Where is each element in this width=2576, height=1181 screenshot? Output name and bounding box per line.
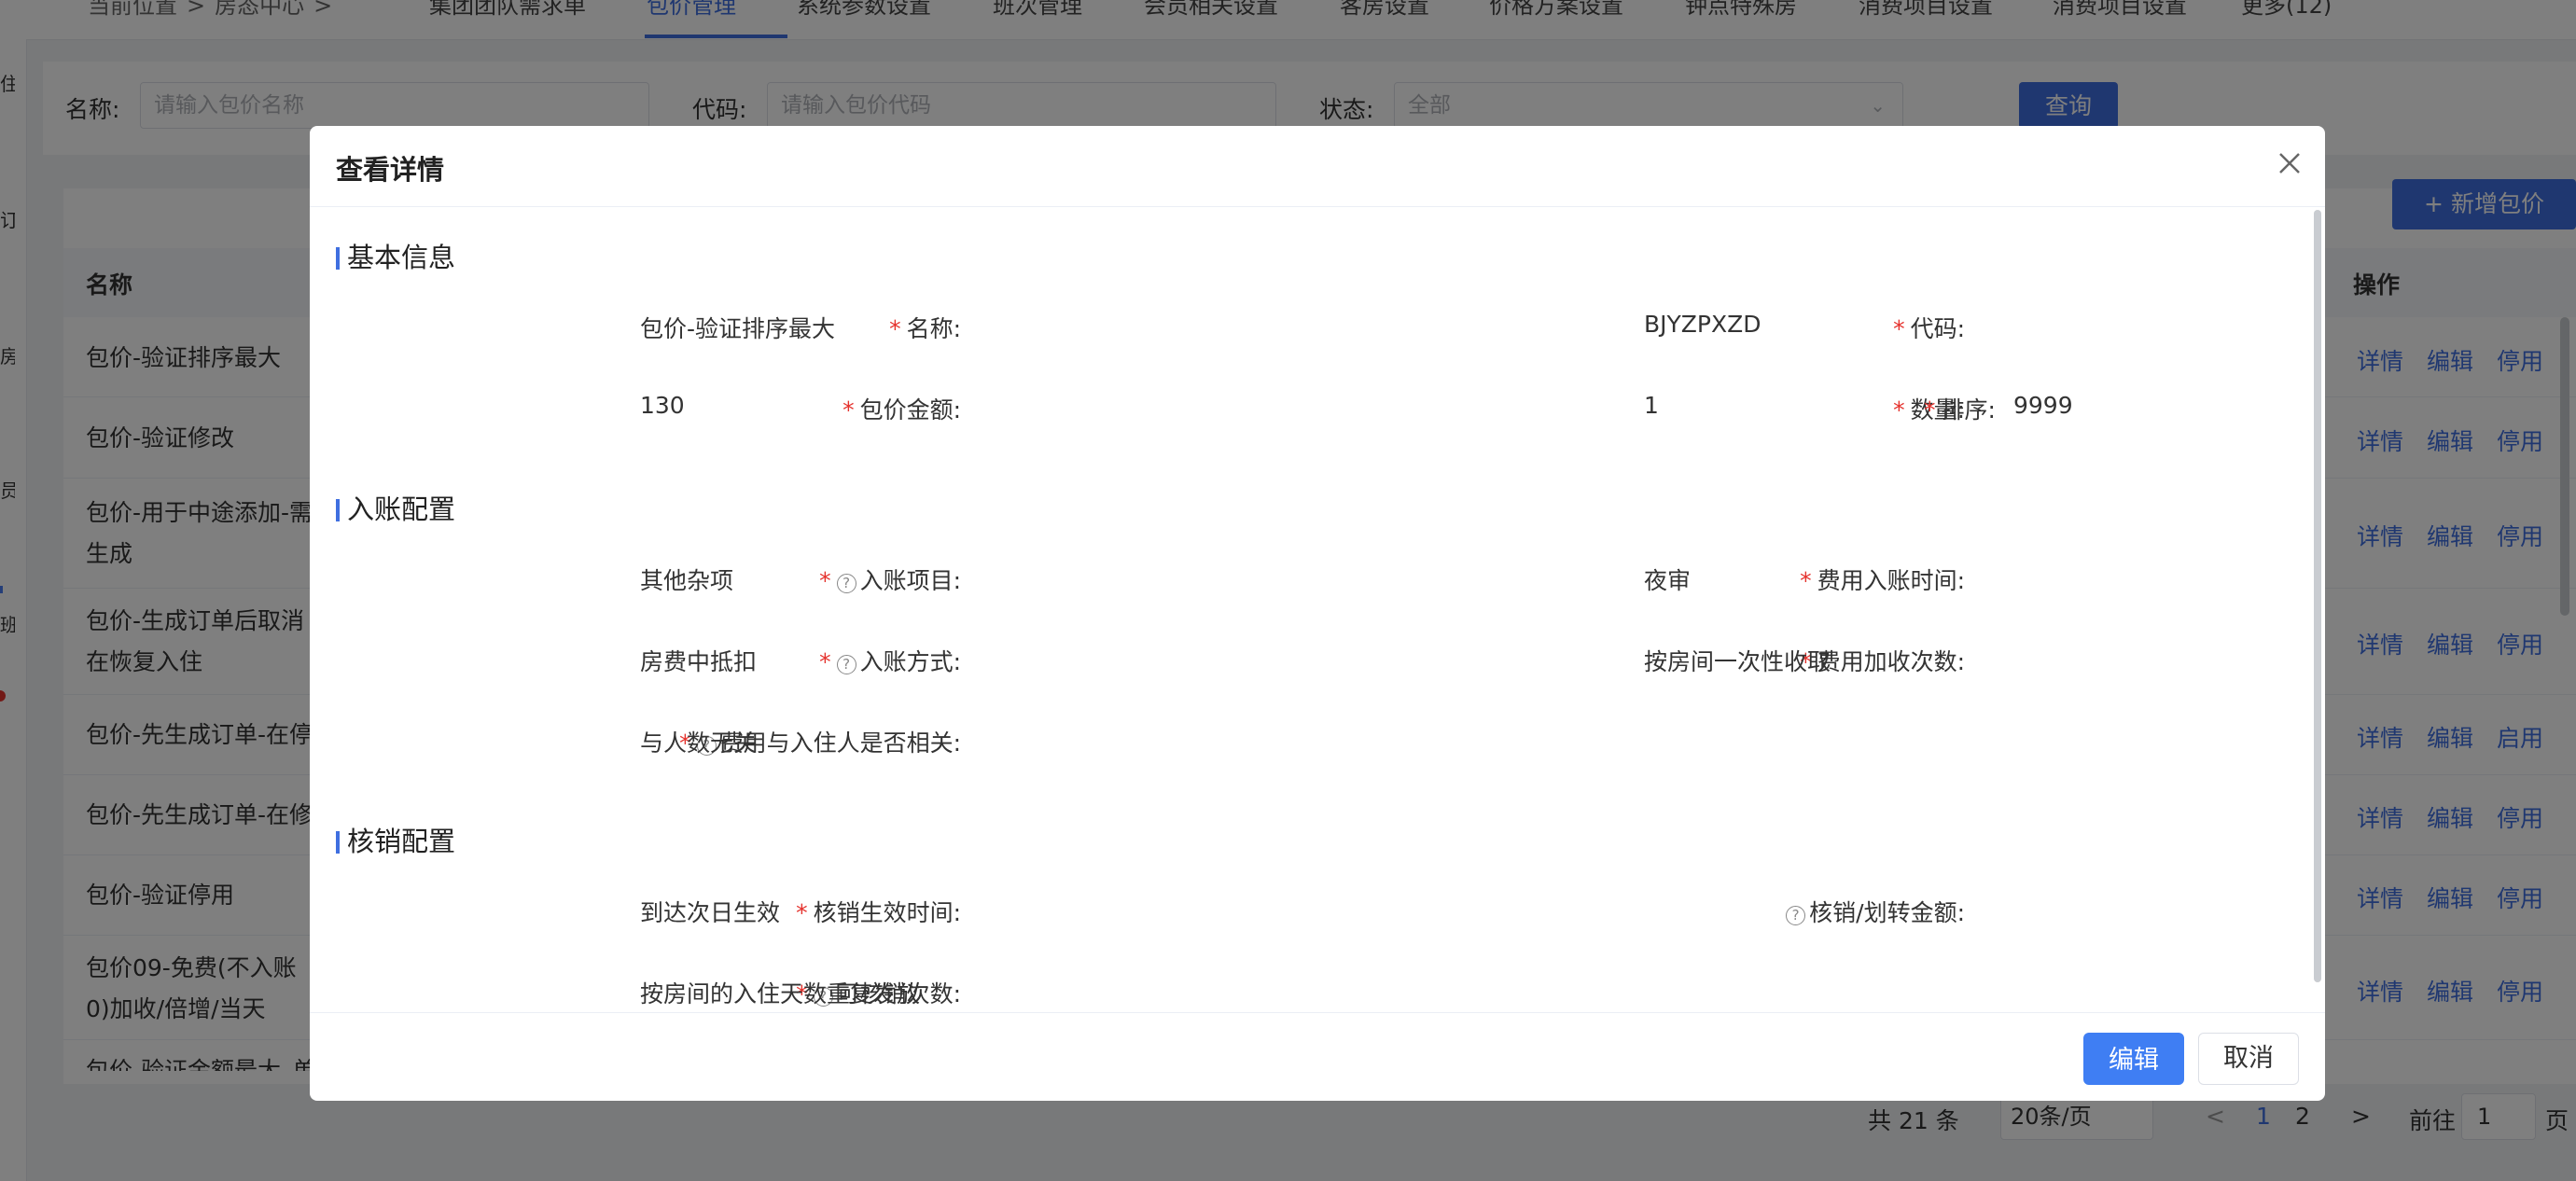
required-mark: * — [842, 396, 855, 424]
required-mark: * — [796, 899, 808, 926]
field-code-value: BJYZPXZD — [1644, 311, 1761, 338]
help-icon[interactable]: ? — [836, 574, 856, 593]
dialog-footer-divider — [310, 1012, 2325, 1013]
edit-button[interactable]: 编辑 — [2083, 1033, 2184, 1085]
required-mark: * — [819, 567, 831, 594]
field-effect-time-value: 到达次日生效 — [640, 899, 781, 926]
field-amount-label: * 包价金额: — [842, 396, 961, 424]
required-mark: * — [1924, 396, 1936, 424]
help-icon[interactable]: ? — [836, 655, 856, 674]
field-qty-value: 1 — [1644, 392, 1659, 419]
section-posting-config: 入账配置 — [336, 488, 455, 527]
field-post-time-label: * 费用入账时间: — [1800, 567, 1965, 594]
field-effect-time-label: * 核销生效时间: — [796, 899, 961, 926]
close-icon[interactable] — [2273, 146, 2306, 180]
field-transfer-amount-label: ? 核销/划转金额: — [1786, 895, 1965, 928]
field-writeoff-count-value: 按房间的入住天数重复发放 — [640, 980, 921, 1007]
field-post-method-label: *? 入账方式: — [819, 648, 961, 675]
dialog-scrollbar[interactable] — [2314, 210, 2321, 982]
field-code-label: * 代码: — [1893, 315, 1965, 342]
required-mark: * — [819, 648, 831, 675]
dialog-header-divider — [310, 206, 2325, 207]
required-mark: * — [1893, 396, 1905, 424]
detail-dialog: 查看详情 基本信息 * 名称: 包价-验证排序最大 * 代码: BJYZPXZD *… — [310, 126, 2325, 1101]
field-post-count-value: 按房间一次性收取 — [1644, 648, 1831, 675]
field-guest-related-value: 与人数无关 — [640, 729, 758, 757]
field-name-label: * 名称: — [889, 315, 961, 342]
cancel-button[interactable]: 取消 — [2198, 1033, 2299, 1085]
help-icon[interactable]: ? — [1786, 906, 1806, 925]
field-sort-label: * 排序: — [1924, 396, 1996, 424]
dialog-title: 查看详情 — [336, 154, 445, 186]
required-mark: * — [1893, 315, 1905, 342]
field-post-time-value: 夜审 — [1644, 567, 1692, 594]
field-post-item-value: 其他杂项 — [640, 567, 734, 594]
section-basic-info: 基本信息 — [336, 236, 455, 275]
field-amount-value: 130 — [640, 392, 685, 419]
field-post-item-label: *? 入账项目: — [819, 567, 961, 594]
required-mark: * — [1800, 567, 1812, 594]
field-name-value: 包价-验证排序最大 — [640, 315, 836, 342]
field-post-method-value: 房费中抵扣 — [640, 648, 758, 675]
field-sort-value: 9999 — [2013, 392, 2073, 419]
section-writeoff-config: 核销配置 — [336, 820, 455, 859]
required-mark: * — [889, 315, 901, 342]
